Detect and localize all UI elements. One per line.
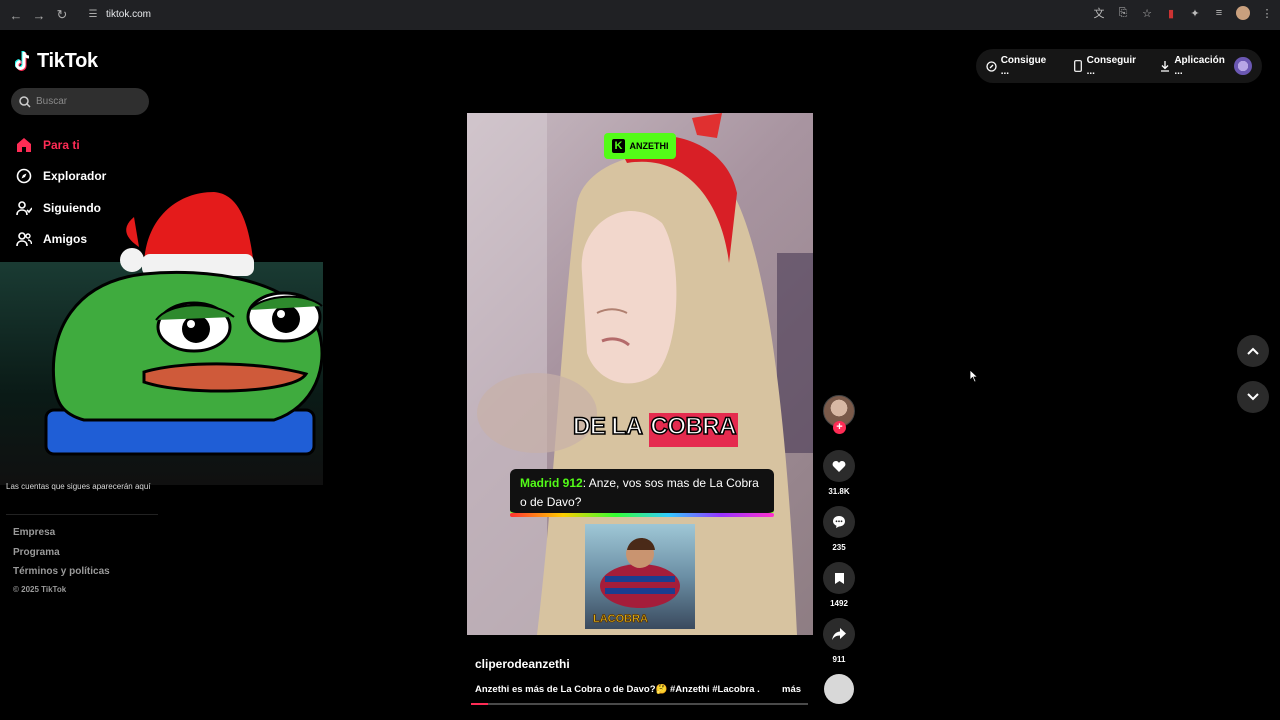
- sidebar-item-para-ti[interactable]: Para ti: [15, 129, 155, 161]
- media-icon[interactable]: ≡: [1212, 6, 1226, 20]
- search-box[interactable]: [11, 88, 149, 115]
- extensions-puzzle-icon[interactable]: ✦: [1188, 6, 1202, 20]
- kick-streamer-badge: K ANZETHI: [604, 133, 676, 159]
- share-icon: [832, 628, 846, 640]
- pepe-santa-hat-image: [44, 192, 324, 456]
- browser-toolbar: ← → ↻ ☰ tiktok.com 文 ⎘ ☆ ▮ ✦ ≡ ⋮: [0, 0, 1280, 30]
- like-button[interactable]: [823, 450, 855, 482]
- get-app-button[interactable]: Conseguir ...: [1072, 49, 1146, 83]
- chat-rainbow-border: [510, 513, 774, 517]
- download-app-button[interactable]: Aplicación ...: [1160, 49, 1235, 83]
- profile-avatar[interactable]: [1236, 6, 1250, 20]
- like-action: 31.8K: [822, 450, 856, 497]
- get-coins-button[interactable]: Consigue ...: [986, 49, 1056, 83]
- video-progress-fill: [471, 703, 488, 705]
- footer-link-programa[interactable]: Programa: [13, 547, 110, 567]
- share-count: 911: [832, 655, 846, 664]
- user-avatar[interactable]: [1234, 57, 1253, 75]
- logo-text: TikTok: [37, 50, 98, 72]
- comment-icon: [833, 516, 845, 528]
- sidebar-divider: [6, 514, 158, 515]
- inset-clip-image: LACOBRA: [585, 524, 695, 629]
- follow-button[interactable]: +: [833, 421, 846, 434]
- chevron-up-icon: [1247, 347, 1259, 355]
- chat-username: Madrid 912: [520, 476, 583, 490]
- get-coins-label: Consigue ...: [1000, 55, 1047, 77]
- kick-badge-label: ANZETHI: [629, 141, 669, 151]
- video-description: Anzethi es más de La Cobra o de Davo?🤔 #…: [475, 684, 760, 695]
- download-icon: [1160, 60, 1172, 72]
- comment-count: 235: [832, 543, 846, 552]
- inset-label: LACOBRA: [593, 613, 649, 626]
- back-icon[interactable]: ←: [8, 7, 24, 23]
- caption-highlight: COBRA: [648, 412, 738, 447]
- video-progress-bar[interactable]: [471, 703, 808, 705]
- save-button[interactable]: [823, 562, 855, 594]
- music-disc-icon[interactable]: [824, 674, 854, 704]
- translate-icon[interactable]: 文: [1092, 6, 1106, 20]
- mouse-cursor-icon: [969, 369, 979, 383]
- compass-icon: [15, 167, 33, 185]
- footer-link-empresa[interactable]: Empresa: [13, 527, 110, 547]
- video-caption-overlay: DE LA COBRA: [572, 412, 738, 447]
- save-count: 1492: [830, 599, 848, 608]
- search-input[interactable]: [36, 96, 136, 107]
- tiktok-note-icon: [15, 50, 33, 73]
- chevron-down-icon: [1247, 393, 1259, 401]
- menu-kebab-icon[interactable]: ⋮: [1260, 6, 1274, 20]
- sidebar-footer-links: Empresa Programa Términos y políticas: [13, 527, 110, 586]
- comment-button[interactable]: [823, 506, 855, 538]
- creator-avatar-wrap[interactable]: +: [823, 395, 855, 434]
- search-icon: [19, 95, 31, 108]
- share-action: 911: [822, 618, 856, 665]
- sidebar-item-label: Para ti: [43, 137, 80, 152]
- footer-link-terminos[interactable]: Términos y políticas: [13, 566, 110, 586]
- previous-video-button[interactable]: [1237, 335, 1269, 367]
- like-count: 31.8K: [828, 487, 850, 496]
- download-app-label: Aplicación ...: [1174, 55, 1225, 77]
- coin-icon: [986, 60, 998, 72]
- following-icon: [15, 199, 33, 217]
- copyright: © 2025 TikTok: [13, 585, 67, 594]
- more-button[interactable]: más: [782, 684, 801, 695]
- comment-action: 235: [822, 506, 856, 553]
- video-author[interactable]: cliperodeanzethi: [475, 657, 570, 671]
- bookmark-icon: [834, 572, 844, 584]
- url-text[interactable]: tiktok.com: [106, 9, 151, 20]
- home-icon: [15, 136, 33, 154]
- heart-icon: [832, 460, 846, 472]
- reload-icon[interactable]: ↻: [54, 7, 70, 23]
- extension-icon[interactable]: ▮: [1164, 6, 1178, 20]
- friends-icon: [15, 230, 33, 248]
- following-empty-note: Las cuentas que sigues aparecerán aquí: [6, 482, 151, 491]
- phone-icon: [1072, 60, 1084, 72]
- bookmark-star-icon[interactable]: ☆: [1140, 6, 1154, 20]
- action-rail: + 31.8K 235 1492 911: [822, 395, 856, 704]
- get-app-label: Conseguir ...: [1086, 55, 1137, 77]
- forward-icon[interactable]: →: [31, 7, 47, 23]
- share-button[interactable]: [823, 618, 855, 650]
- save-action: 1492: [822, 562, 856, 609]
- tiktok-logo[interactable]: TikTok: [15, 50, 98, 73]
- install-icon[interactable]: ⎘: [1116, 6, 1130, 20]
- caption-prefix: DE LA: [572, 412, 643, 441]
- chat-message-overlay: Madrid 912: Anze, vos sos mas de La Cobr…: [510, 469, 774, 516]
- site-info-icon[interactable]: ☰: [86, 8, 100, 22]
- next-video-button[interactable]: [1237, 381, 1269, 413]
- top-right-actions: Consigue ... Conseguir ... Aplicación ..…: [976, 49, 1262, 83]
- address-bar[interactable]: ☰ tiktok.com: [80, 4, 1140, 25]
